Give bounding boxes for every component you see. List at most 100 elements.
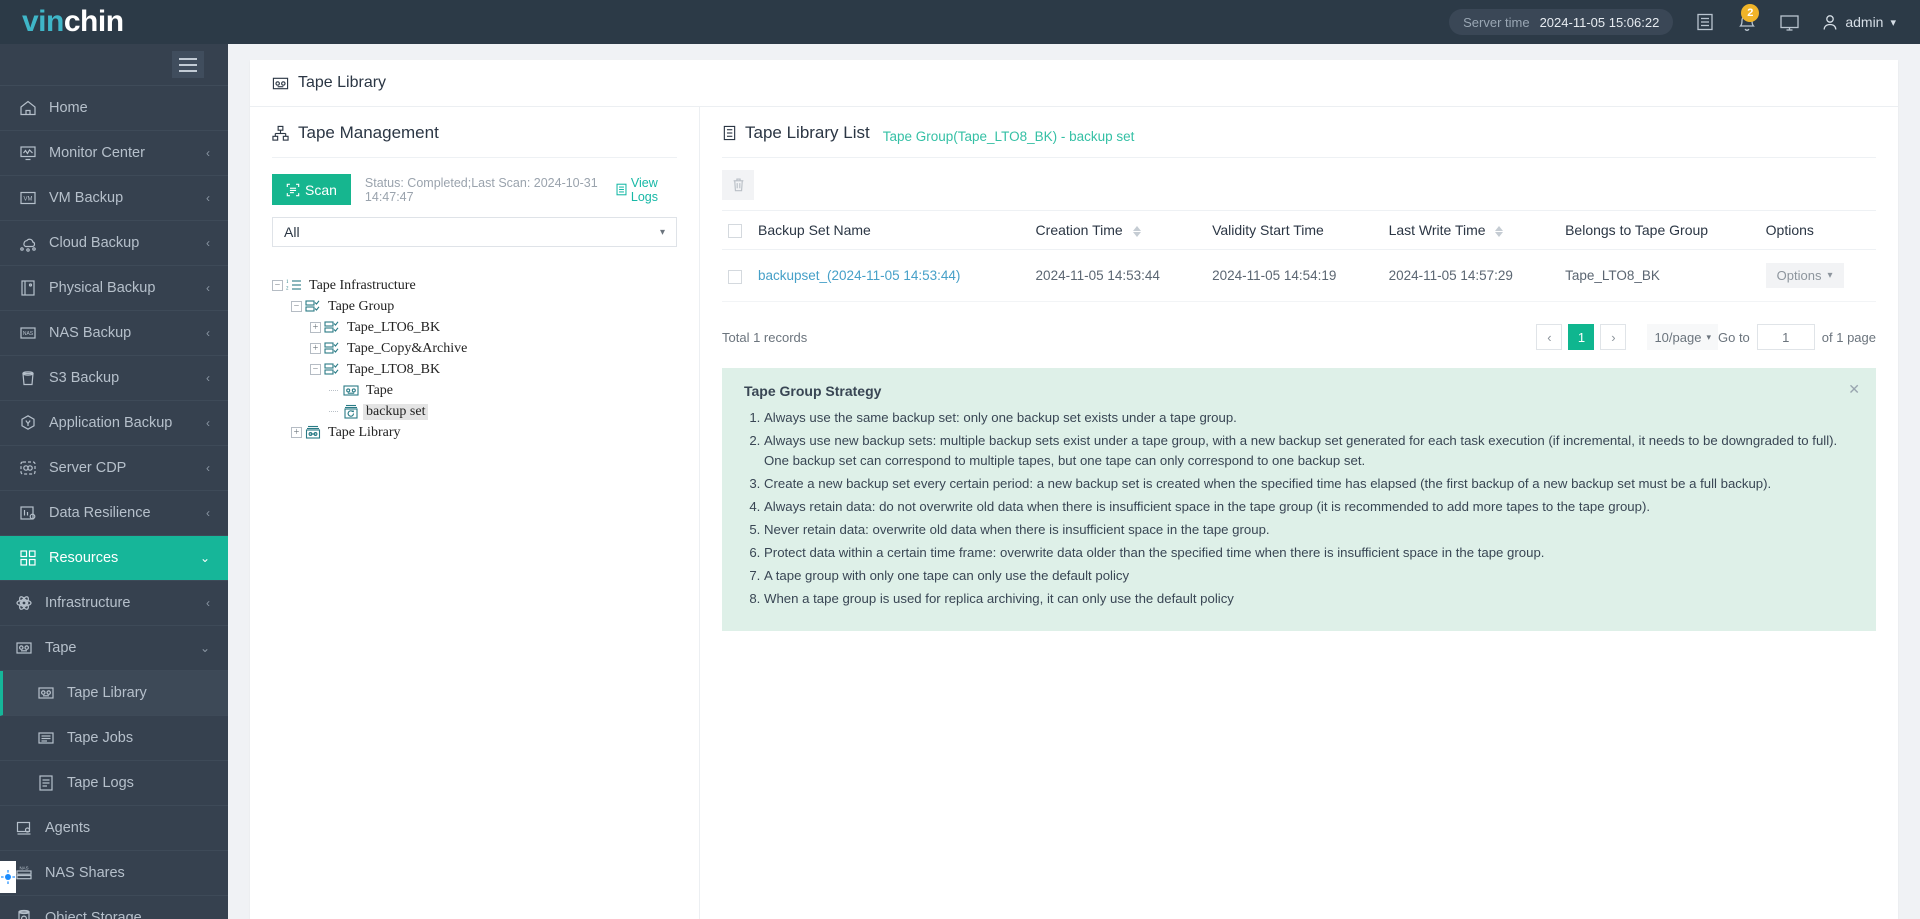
sidebar-item-data-resilience[interactable]: Data Resilience‹ <box>0 491 228 536</box>
user-icon <box>1822 14 1838 31</box>
col-validity-start-time[interactable]: Validity Start Time <box>1206 211 1383 250</box>
top-bar: vinchin Server time 2024-11-05 15:06:22 … <box>0 0 1920 44</box>
sidebar-item-s3-backup[interactable]: S3 Backup‹ <box>0 356 228 401</box>
strategy-title: Tape Group Strategy <box>744 383 1854 399</box>
sidebar-item-label: NAS Backup <box>49 325 194 341</box>
sidebar-item-monitor-center[interactable]: Monitor Center‹ <box>0 131 228 176</box>
monitor-icon[interactable] <box>1779 13 1800 32</box>
strategy-item: Always retain data: do not overwrite old… <box>764 497 1854 516</box>
cell-backup-set-name[interactable]: backupset_(2024-11-05 14:53:44) <box>752 250 1030 302</box>
sidebar-item-tape-jobs[interactable]: Tape Jobs <box>0 716 228 761</box>
tree-node[interactable]: Tape <box>272 380 677 401</box>
sidebar-item-label: Tape Logs <box>67 775 210 791</box>
svg-text:VM: VM <box>23 196 32 202</box>
sidebar-item-cloud-backup[interactable]: Cloud Backup‹ <box>0 221 228 266</box>
sidebar-item-application-backup[interactable]: Application Backup‹ <box>0 401 228 446</box>
top-bar-right: Server time 2024-11-05 15:06:22 2 <box>1449 9 1920 35</box>
tape-infra-icon: 12 <box>286 278 302 294</box>
user-menu[interactable]: admin ▾ <box>1822 14 1896 31</box>
tree-expander[interactable]: − <box>310 364 321 375</box>
tape-icon <box>36 684 55 702</box>
col-last-write-time[interactable]: Last Write Time <box>1383 211 1560 250</box>
sidebar-item-vm-backup[interactable]: VMVM Backup‹ <box>0 176 228 221</box>
list-icon[interactable] <box>1695 12 1715 32</box>
app-logo[interactable]: vinchin <box>0 7 228 37</box>
sidebar-item-label: Monitor Center <box>49 145 194 161</box>
sidebar-item-resources[interactable]: Resources⌄ <box>0 536 228 581</box>
hamburger-icon[interactable] <box>172 51 204 78</box>
tree-node[interactable]: − Tape_LTO8_BK <box>272 359 677 380</box>
goto-page-input[interactable] <box>1757 324 1815 350</box>
scan-status: Status: Completed;Last Scan: 2024-10-31 … <box>365 176 677 204</box>
server-time-label: Server time <box>1463 15 1529 30</box>
sidebar-item-label: Application Backup <box>49 415 194 431</box>
sidebar-item-server-cdp[interactable]: Server CDP‹ <box>0 446 228 491</box>
tree-node-label: Tape_LTO8_BK <box>344 362 443 378</box>
scan-icon <box>286 183 300 197</box>
tree-node[interactable]: +Tape Library <box>272 422 677 443</box>
next-page-button[interactable]: › <box>1600 324 1626 350</box>
tape-library-list-subtitle[interactable]: Tape Group(Tape_LTO8_BK) - backup set <box>883 129 1135 144</box>
chevron-down-icon: ▾ <box>660 227 665 238</box>
sidebar-item-tape[interactable]: Tape⌄ <box>0 626 228 671</box>
sidebar-item-label: Physical Backup <box>49 280 194 296</box>
tree-expander[interactable]: + <box>291 427 302 438</box>
tape-filter-select[interactable]: All ▾ <box>272 217 677 247</box>
tree-node[interactable]: −12Tape Infrastructure <box>272 275 677 296</box>
tape-icon <box>343 383 359 399</box>
prev-page-button[interactable]: ‹ <box>1536 324 1562 350</box>
select-all-checkbox[interactable] <box>728 224 742 238</box>
sidebar-item-label: Infrastructure <box>45 595 194 611</box>
tape-management-label: Tape Management <box>298 123 439 143</box>
view-logs-label: View Logs <box>631 176 677 204</box>
tree-node[interactable]: backup set <box>272 401 677 422</box>
col-backup-set-name[interactable]: Backup Set Name <box>752 211 1030 250</box>
sidebar-item-tape-logs[interactable]: Tape Logs <box>0 761 228 806</box>
sidebar-item-nas-backup[interactable]: NASNAS Backup‹ <box>0 311 228 356</box>
view-logs-link[interactable]: View Logs <box>615 176 677 204</box>
notification-badge: 2 <box>1741 4 1759 22</box>
row-checkbox[interactable] <box>728 270 742 284</box>
notifications-bell[interactable]: 2 <box>1737 12 1757 33</box>
pagination: Total 1 records ‹ 1 › 10/page ▾ Go to of… <box>722 302 1876 364</box>
server-icon <box>18 279 37 297</box>
table-row[interactable]: backupset_(2024-11-05 14:53:44) 2024-11-… <box>722 250 1876 302</box>
total-records: Total 1 records <box>722 330 1533 345</box>
sidebar-item-agents[interactable]: Agents <box>0 806 228 851</box>
tree-expander[interactable]: + <box>310 343 321 354</box>
scan-button[interactable]: Scan <box>272 174 351 205</box>
cell-options: Options ▾ <box>1760 250 1876 302</box>
tape-tree: −12Tape Infrastructure−Tape Group+Tape_L… <box>272 261 677 443</box>
tree-node[interactable]: +Tape_Copy&Archive <box>272 338 677 359</box>
col-creation-time[interactable]: Creation Time <box>1030 211 1207 250</box>
close-icon[interactable]: ✕ <box>1848 381 1860 398</box>
page-size-select[interactable]: 10/page ▾ <box>1647 324 1718 350</box>
col-belongs-to-tape-group[interactable]: Belongs to Tape Group <box>1559 211 1760 250</box>
delete-button[interactable] <box>722 170 754 200</box>
sidebar-item-nas-shares[interactable]: NASNAS Shares <box>0 851 228 896</box>
sort-icon[interactable] <box>1133 226 1141 237</box>
help-widget-icon[interactable] <box>0 861 16 893</box>
sidebar-item-tape-library[interactable]: Tape Library <box>0 671 228 716</box>
page-1-button[interactable]: 1 <box>1568 324 1594 350</box>
tree-expander[interactable]: + <box>310 322 321 333</box>
tree-node[interactable]: −Tape Group <box>272 296 677 317</box>
tree-expander[interactable]: − <box>291 301 302 312</box>
tape-group-strategy-panel: ✕ Tape Group Strategy Always use the sam… <box>722 368 1876 630</box>
sidebar-item-physical-backup[interactable]: Physical Backup ‹ <box>0 266 228 311</box>
sidebar-item-infrastructure[interactable]: Infrastructure‹ <box>0 581 228 626</box>
server-time-value: 2024-11-05 15:06:22 <box>1540 15 1660 30</box>
sidebar-item-home[interactable]: Home <box>0 86 228 131</box>
sidebar-item-object-storage[interactable]: Object Storage <box>0 896 228 919</box>
nas-icon: NAS <box>18 324 37 342</box>
tree-node-label: Tape <box>363 383 396 399</box>
tree-expander[interactable]: − <box>272 280 283 291</box>
scan-button-label: Scan <box>305 182 337 198</box>
row-options-button[interactable]: Options ▾ <box>1766 263 1844 288</box>
cell-last-write-time: 2024-11-05 14:57:29 <box>1383 250 1560 302</box>
cloud-icon <box>18 234 37 252</box>
sort-icon[interactable] <box>1495 226 1503 237</box>
tree-node[interactable]: +Tape_LTO6_BK <box>272 317 677 338</box>
of-pages-label: of 1 page <box>1822 330 1876 345</box>
chevron-icon: ‹ <box>206 281 210 295</box>
